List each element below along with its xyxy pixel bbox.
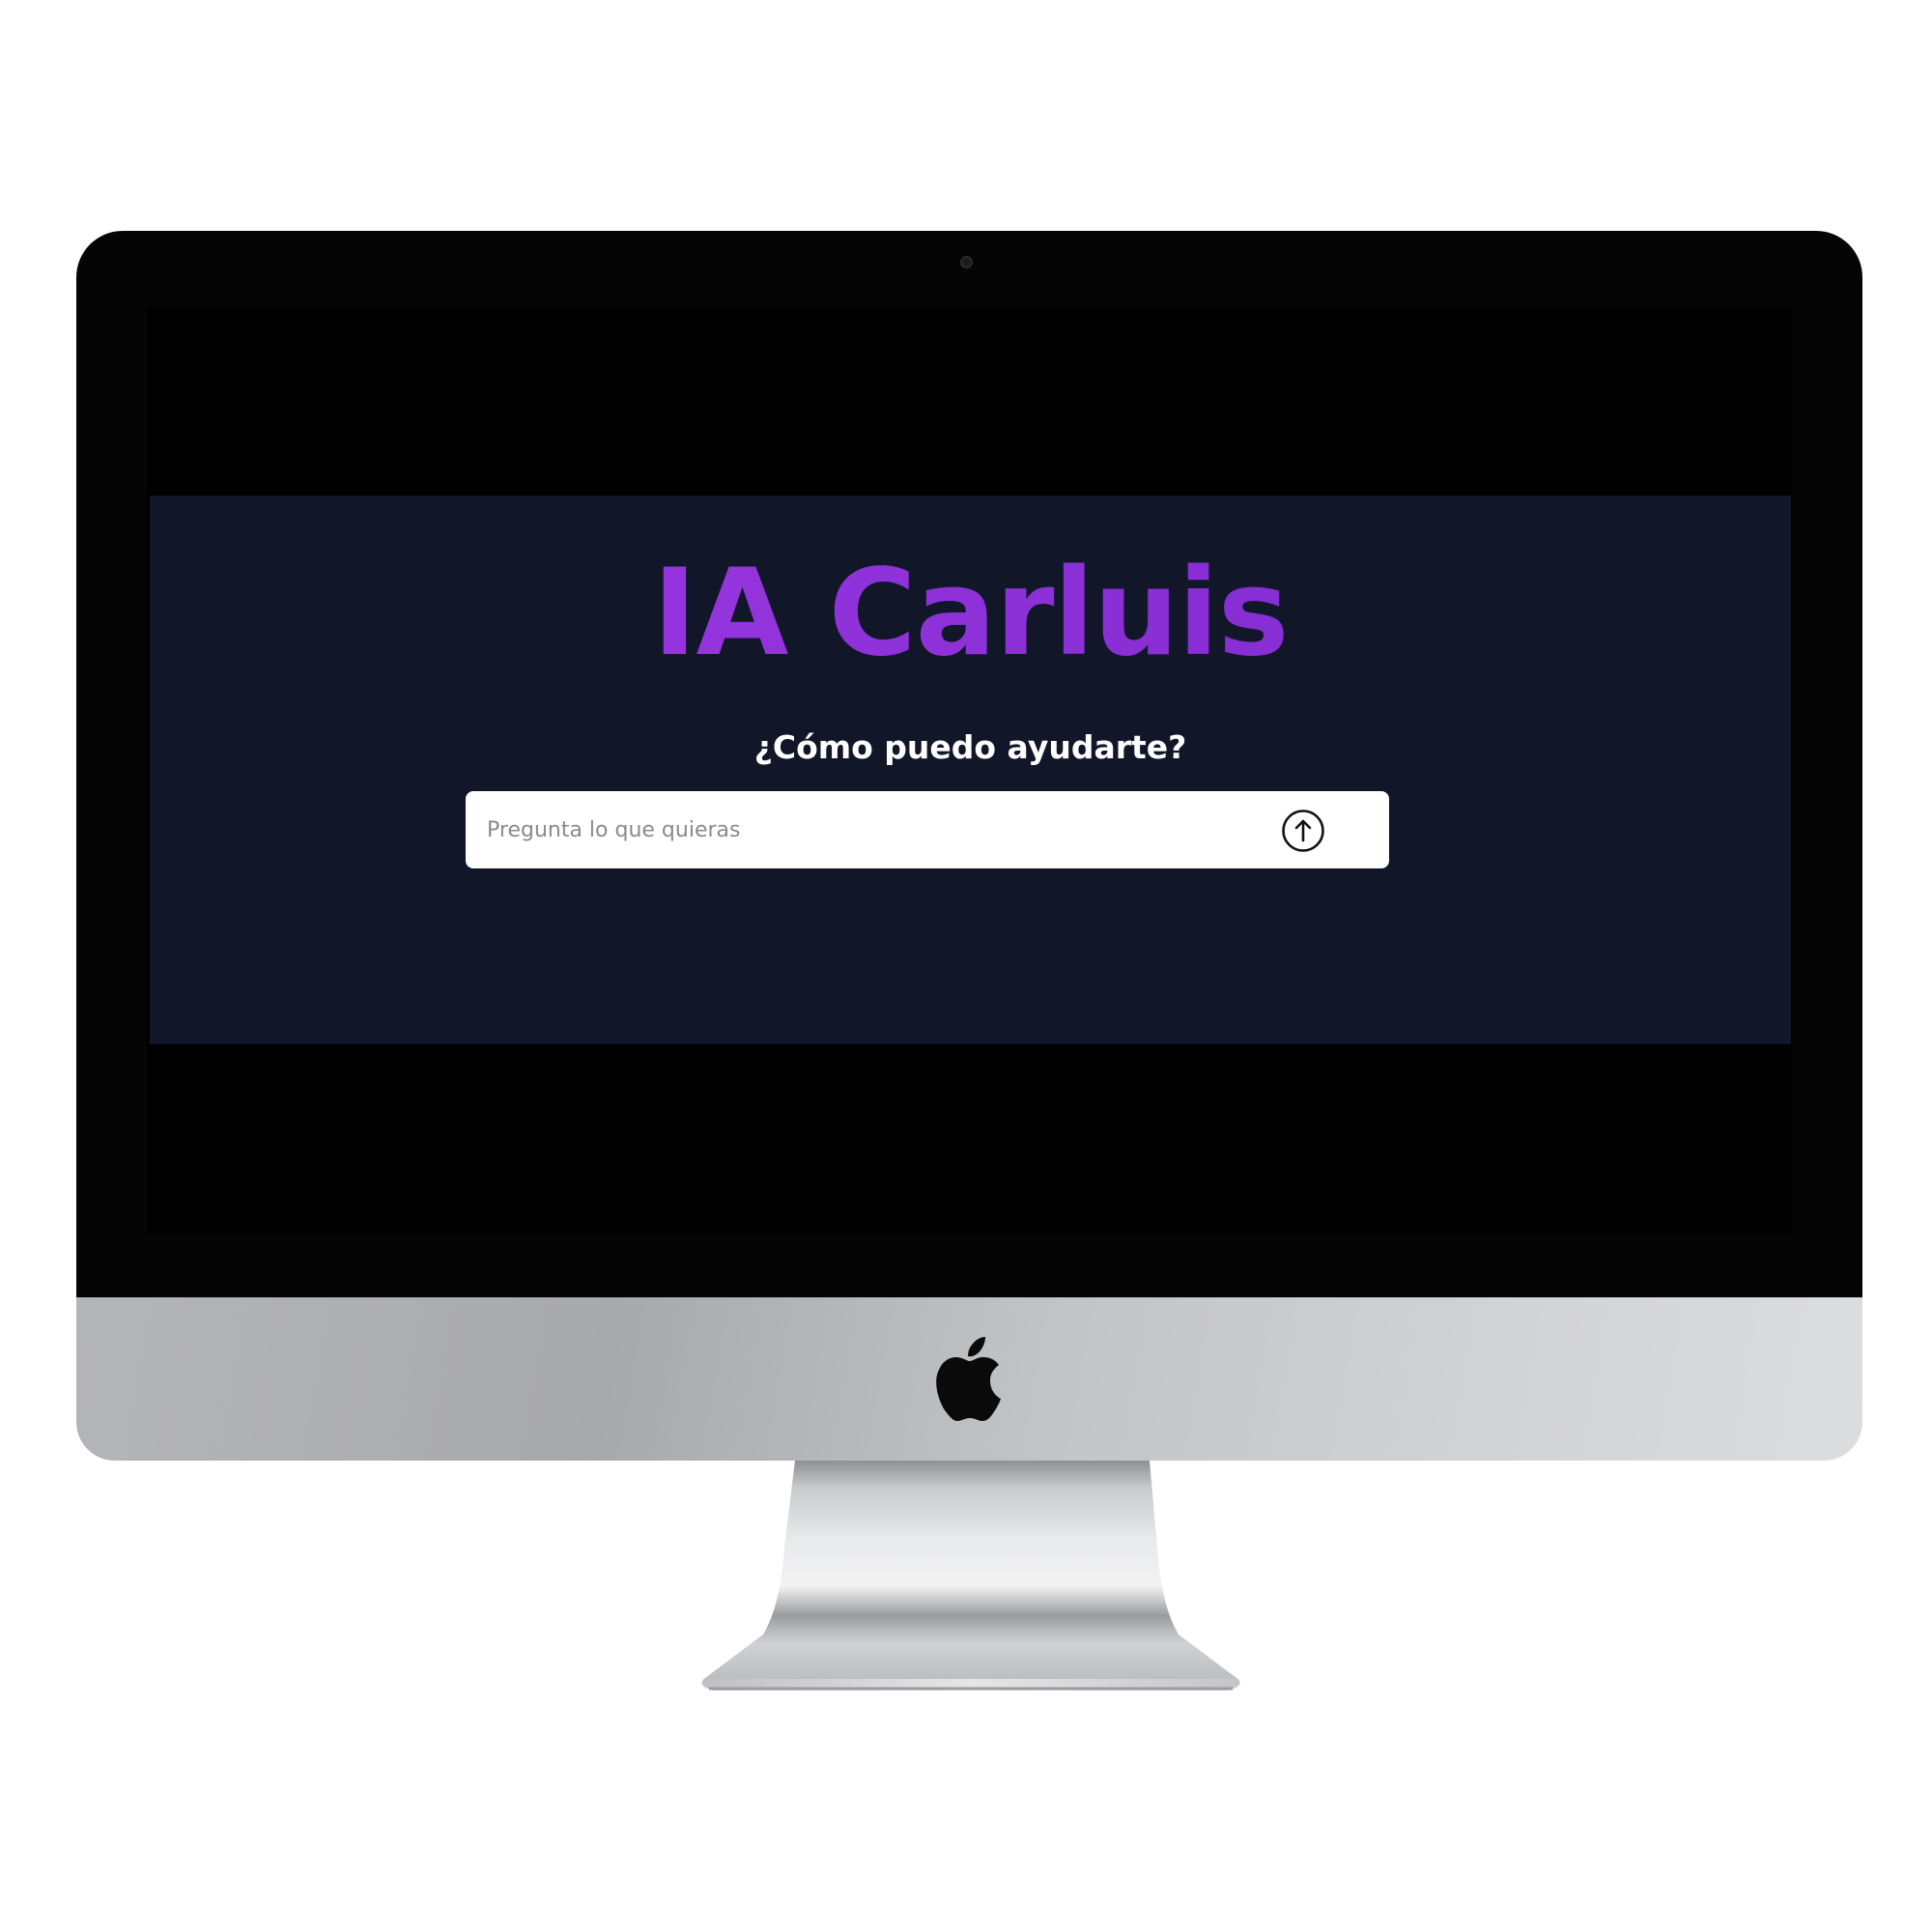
monitor-screen: IA Carluis ¿Cómo puedo ayudarte? <box>147 307 1793 1235</box>
app-title: IA Carluis <box>150 554 1791 673</box>
webcam <box>960 256 973 269</box>
chat-app: IA Carluis ¿Cómo puedo ayudarte? <box>150 496 1791 1044</box>
app-subtitle: ¿Cómo puedo ayudarte? <box>753 728 1187 766</box>
arrow-up-circle-icon <box>1282 810 1324 852</box>
apple-logo-icon <box>936 1337 1001 1421</box>
send-button[interactable] <box>1281 809 1325 853</box>
prompt-box <box>466 791 1389 868</box>
monitor-stand <box>701 1461 1240 1690</box>
prompt-input[interactable] <box>487 791 1279 868</box>
